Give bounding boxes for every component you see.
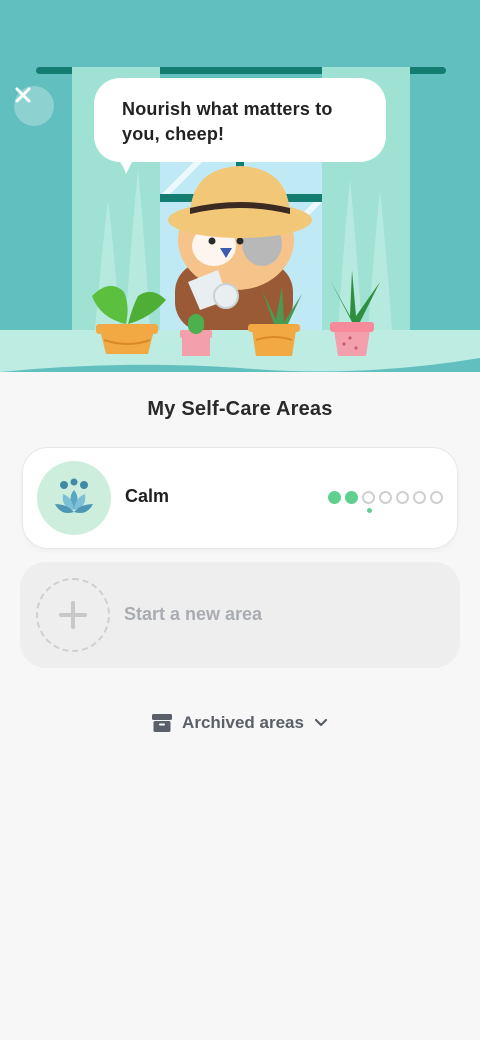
archive-box-icon bbox=[152, 714, 173, 732]
plus-circle bbox=[36, 578, 110, 652]
start-new-area-button[interactable]: Start a new area bbox=[20, 562, 460, 668]
area-card-calm[interactable]: Calm bbox=[22, 447, 458, 549]
progress-dot bbox=[396, 491, 409, 504]
plus-icon bbox=[59, 601, 87, 629]
progress-dot bbox=[362, 491, 375, 504]
progress-dot bbox=[345, 491, 358, 504]
area-name: Calm bbox=[125, 486, 170, 506]
lotus-icon bbox=[55, 478, 93, 513]
close-button[interactable] bbox=[14, 86, 54, 126]
close-icon bbox=[15, 87, 31, 103]
progress-dot bbox=[328, 491, 341, 504]
area-progress bbox=[328, 491, 443, 504]
archived-areas-toggle[interactable]: Archived areas bbox=[0, 713, 480, 733]
speech-bubble-text: Nourish what matters to you, cheep! bbox=[122, 99, 333, 144]
area-avatar bbox=[37, 461, 111, 535]
progress-current-marker bbox=[367, 508, 372, 513]
window-scene-illustration bbox=[0, 67, 480, 372]
chevron-down-icon bbox=[314, 718, 328, 727]
speech-bubble: Nourish what matters to you, cheep! bbox=[94, 78, 386, 174]
progress-dot bbox=[379, 491, 392, 504]
progress-dot bbox=[430, 491, 443, 504]
progress-dot bbox=[413, 491, 426, 504]
speech-bubble-tail bbox=[114, 154, 136, 174]
page-title: My Self-Care Areas bbox=[147, 398, 333, 420]
new-area-label: Start a new area bbox=[124, 604, 263, 624]
archived-areas-label: Archived areas bbox=[182, 713, 304, 732]
hero-illustration: Nourish what matters to you, cheep! bbox=[0, 0, 480, 372]
